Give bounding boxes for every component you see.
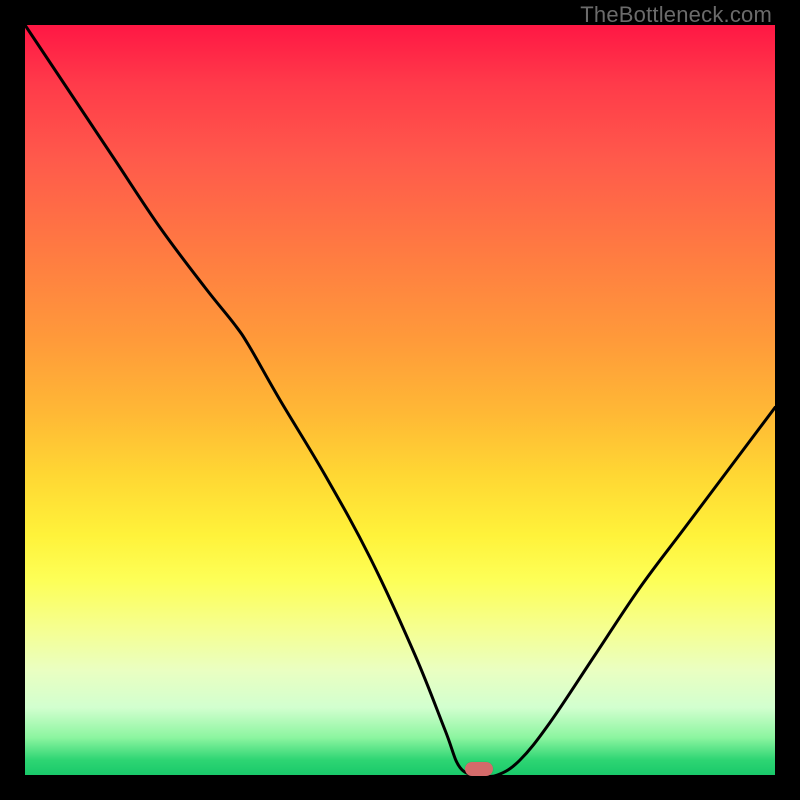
optimal-marker	[465, 762, 493, 776]
chart-plot-area	[25, 25, 775, 775]
watermark-text: TheBottleneck.com	[580, 2, 772, 28]
chart-frame: TheBottleneck.com	[0, 0, 800, 800]
bottleneck-curve	[25, 25, 775, 775]
